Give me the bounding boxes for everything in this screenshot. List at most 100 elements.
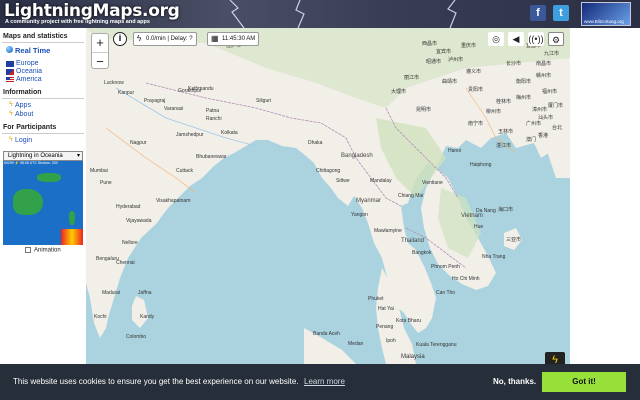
blitzortung-logo[interactable]: www.Blitzortung.org xyxy=(581,2,631,26)
map-city: Gorakhpur xyxy=(178,88,202,94)
chevron-down-icon: ▾ xyxy=(76,153,80,159)
map-city: 遵义市 xyxy=(466,69,482,75)
zoom-out-button[interactable]: − xyxy=(92,52,108,70)
map-city: Colombo xyxy=(126,334,147,340)
cookie-decline-button[interactable]: No, thanks. xyxy=(493,377,536,386)
map-city: Kanpur xyxy=(118,90,135,96)
map-city: Madurai xyxy=(102,290,121,296)
sidebar-item-login[interactable]: Login xyxy=(15,137,32,144)
divider xyxy=(2,98,84,99)
map-city: Yangon xyxy=(351,212,368,218)
map-city: 香港 xyxy=(538,133,549,139)
map-city: Malaysia xyxy=(401,354,425,360)
map-city: Mandalay xyxy=(370,178,392,184)
map-city: Haiphong xyxy=(470,162,492,168)
page: LightningMaps.org A community project wi… xyxy=(0,0,640,400)
region-select-value: Lightning in Oceania xyxy=(8,153,63,159)
map-city: 贵阳市 xyxy=(468,87,484,93)
map-city: Penang xyxy=(376,324,394,330)
map-city: Mawlamyine xyxy=(374,228,402,234)
site-header: LightningMaps.org A community project wi… xyxy=(0,0,640,28)
map-city: 柳州市 xyxy=(486,109,502,115)
map-city: 台北 xyxy=(552,125,563,131)
sidebar-item-apps[interactable]: Apps xyxy=(15,102,31,109)
map-city: 长沙市 xyxy=(506,61,522,67)
map-city: 昆明市 xyxy=(416,107,432,113)
map-city: Lucknow xyxy=(104,80,124,86)
strike-rate-indicator[interactable]: ϟ 0.0/min | Delay: ? xyxy=(133,32,197,46)
map-city: 衡阳市 xyxy=(516,79,532,85)
sidebar-item-oceania[interactable]: Oceania xyxy=(16,68,42,75)
oceania-minimap[interactable]: 60299 ⚡ 98:08 UTC Strokes: 203 xyxy=(3,161,83,245)
map-city: Da Nang xyxy=(476,208,496,214)
map-city: Bhubaneswar xyxy=(196,154,227,160)
zoom-in-button[interactable]: + xyxy=(92,34,108,52)
lightning-rate-icon: ϟ xyxy=(137,34,142,43)
minimap-land xyxy=(13,189,43,215)
settings-icon[interactable]: ⚙ xyxy=(548,32,564,46)
locate-icon[interactable]: ◎ xyxy=(488,32,504,46)
map-city: Chiang Mai xyxy=(398,193,424,199)
map-city: Patna xyxy=(206,108,220,114)
sidebar-item-america[interactable]: America xyxy=(16,76,42,83)
map-city: 福州市 xyxy=(542,89,558,95)
sidebar-item-about[interactable]: About xyxy=(15,111,33,118)
blitzortung-logo-text: www.Blitzortung.org xyxy=(584,19,624,24)
signal-icon[interactable]: ((•)) xyxy=(528,32,544,46)
globe-icon xyxy=(6,46,13,53)
cookie-learn-more-link[interactable]: Learn more xyxy=(304,377,345,386)
map-city: Banda Aceh xyxy=(313,331,340,337)
map-city: 三亚市 xyxy=(506,237,522,243)
map-city: 桂林市 xyxy=(496,99,512,105)
time-indicator[interactable]: ▦ 11:45:30 AM xyxy=(207,32,260,46)
sidebar-item-realtime[interactable]: Real Time xyxy=(15,46,50,55)
map-city: Visakhapatnam xyxy=(156,198,191,204)
map-city: Bangkok xyxy=(412,250,432,256)
map-city: 南宁市 xyxy=(468,121,484,127)
lightning-icon[interactable]: ϟ xyxy=(545,352,565,364)
information-section-title: Information xyxy=(3,89,42,96)
twitter-icon[interactable]: t xyxy=(553,5,569,21)
map-city: 昭通市 xyxy=(426,59,442,65)
animation-checkbox[interactable] xyxy=(25,247,31,253)
map-city: 泸州市 xyxy=(448,57,464,63)
zoom-control: + − xyxy=(91,33,109,69)
lightning-map[interactable]: Bangladesh Myanmar Vietnam Thailand Kath… xyxy=(86,28,570,364)
map-city: Vijayawada xyxy=(126,218,152,224)
cookie-accept-button[interactable]: Got it! xyxy=(542,372,626,392)
map-city: 丽江市 xyxy=(404,75,420,81)
site-logo[interactable]: LightningMaps.org xyxy=(4,1,180,21)
map-city: Kuala Terengganu xyxy=(416,342,457,348)
map-city: Chittagong xyxy=(316,168,341,174)
map-city: Kochi xyxy=(94,314,107,320)
bolt-bullet-icon: ϟ xyxy=(9,101,13,108)
map-city: 海口市 xyxy=(498,207,514,213)
america-flag-icon xyxy=(6,77,14,83)
strike-rate-label: 0.0/min | Delay: ? xyxy=(146,36,193,42)
animation-toggle[interactable]: Animation xyxy=(25,247,61,254)
map-city: Hue xyxy=(474,224,484,230)
facebook-icon[interactable]: f xyxy=(530,5,546,21)
map-city: 大理市 xyxy=(391,89,407,95)
map-city: Medan xyxy=(348,341,364,347)
map-city: Sittwe xyxy=(336,178,350,184)
minimap-legend xyxy=(61,229,83,245)
sound-icon[interactable]: ◀ xyxy=(508,32,524,46)
info-icon[interactable]: i xyxy=(113,32,127,46)
sidebar-item-europe[interactable]: Europe xyxy=(16,60,39,67)
cookie-banner: This website uses cookies to ensure you … xyxy=(0,364,640,400)
map-city: Jaffna xyxy=(138,290,152,296)
animation-label: Animation xyxy=(34,247,61,254)
map-city: Jamshedpur xyxy=(176,132,204,138)
time-label: 11:45:30 AM xyxy=(222,36,256,42)
map-city: Hyderabad xyxy=(116,204,141,210)
map-city: Hat Yai xyxy=(378,306,394,312)
map-city: 汕头市 xyxy=(538,115,554,121)
map-city: 湛江市 xyxy=(496,143,512,149)
map-city: Cuttack xyxy=(176,168,193,174)
map-base-layer xyxy=(86,28,570,364)
map-city: Kota Bharu xyxy=(396,318,422,324)
region-select[interactable]: Lightning in Oceania ▾ xyxy=(3,151,83,161)
map-city: Ho Chi Minh xyxy=(452,276,480,282)
map-city: 漳州市 xyxy=(532,107,548,113)
